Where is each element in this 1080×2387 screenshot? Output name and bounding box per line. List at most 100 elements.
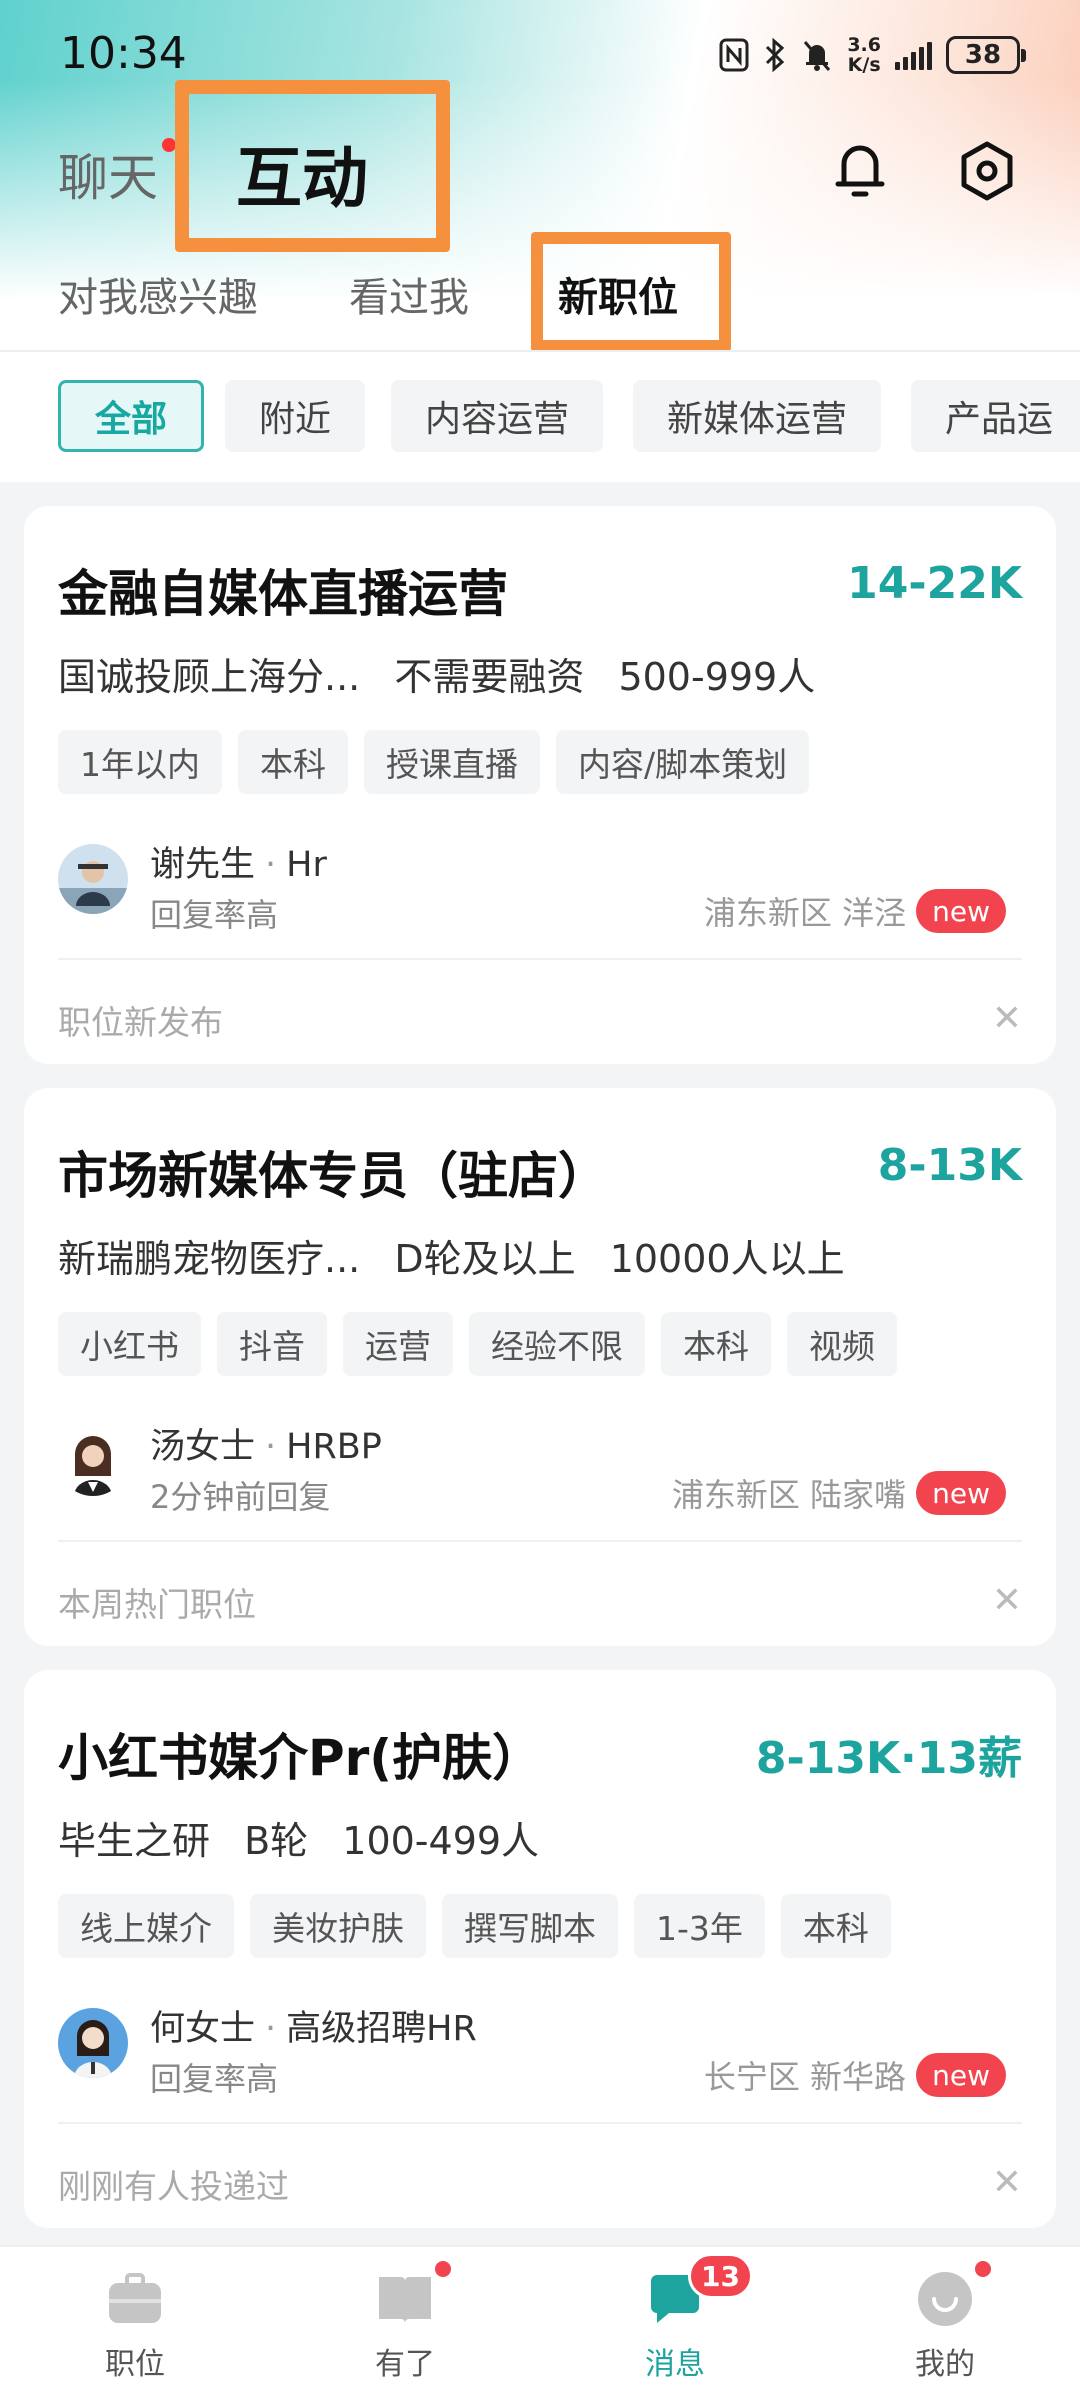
card-footnote: 职位新发布 bbox=[58, 1003, 223, 1042]
job-title: 金融自媒体直播运营 bbox=[58, 565, 508, 623]
recruiter-role: 高级招聘HR bbox=[286, 2009, 477, 2049]
recruiter-role: Hr bbox=[286, 845, 327, 885]
company-name: 国诚投顾上海分... bbox=[58, 655, 361, 699]
nav-messages[interactable]: 13 消息 bbox=[540, 2247, 810, 2387]
recruiter-avatar bbox=[58, 1426, 128, 1496]
filter-chip-all[interactable]: 全部 bbox=[58, 380, 205, 452]
bluetooth-icon bbox=[763, 38, 787, 72]
network-speed: 3.6 K/s bbox=[847, 35, 881, 75]
job-salary: 8-13K bbox=[877, 1140, 1022, 1191]
job-tag: 撰写脚本 bbox=[442, 1894, 618, 1958]
job-tag: 本科 bbox=[661, 1312, 771, 1376]
status-bar: 10:34 3.6 K/s 38 bbox=[0, 0, 1080, 110]
nav-profile[interactable]: 我的 bbox=[810, 2247, 1080, 2387]
job-tag: 1年以内 bbox=[58, 730, 222, 794]
subtab-interested-in-me[interactable]: 对我感兴趣 bbox=[58, 265, 258, 323]
job-tag: 本科 bbox=[780, 1894, 891, 1958]
filter-chip-product-ops[interactable]: 产品运 bbox=[911, 380, 1080, 452]
job-tag: 线上媒介 bbox=[58, 1894, 234, 1958]
subtab-viewed-me[interactable]: 看过我 bbox=[349, 265, 469, 323]
recruiter-info: 何女士 · 高级招聘HR bbox=[150, 2009, 477, 2049]
recruiter-name: 何女士 bbox=[150, 2009, 256, 2049]
close-icon[interactable]: ✕ bbox=[992, 2162, 1022, 2203]
status-time: 10:34 bbox=[60, 28, 187, 79]
profile-icon bbox=[915, 2269, 975, 2329]
job-tag: 小红书 bbox=[58, 1312, 201, 1376]
filter-chip-nearby[interactable]: 附近 bbox=[225, 380, 366, 452]
bell-icon[interactable] bbox=[830, 138, 890, 202]
recruiter-avatar bbox=[58, 2008, 128, 2078]
new-badge: new bbox=[916, 1471, 1006, 1515]
job-tags: 1年以内 本科 授课直播 内容/脚本策划 bbox=[58, 730, 810, 794]
job-tag: 视频 bbox=[787, 1312, 897, 1376]
company-info: 国诚投顾上海分... 不需要融资 500-999人 bbox=[58, 646, 837, 701]
close-icon[interactable]: ✕ bbox=[992, 1580, 1022, 1621]
bottom-nav: 职位 有了 13 消息 我的 bbox=[0, 2245, 1080, 2387]
nav-label: 职位 bbox=[105, 2347, 165, 2382]
chat-unread-dot bbox=[162, 138, 176, 152]
tab-chat[interactable]: 聊天 bbox=[58, 138, 158, 210]
speed-unit: K/s bbox=[847, 54, 881, 76]
job-tag: 1-3年 bbox=[634, 1894, 765, 1958]
recruiter-info: 汤女士 · HRBP bbox=[150, 1427, 382, 1467]
company-size: 100-499人 bbox=[342, 1819, 540, 1863]
tab-interaction[interactable]: 互动 bbox=[236, 125, 368, 221]
card-footnote: 刚刚有人投递过 bbox=[58, 2167, 289, 2206]
job-location: 浦东新区 洋泾 bbox=[703, 894, 906, 932]
company-name: 新瑞鹏宠物医疗... bbox=[58, 1237, 361, 1281]
company-size: 500-999人 bbox=[618, 655, 816, 699]
company-info: 毕生之研 B轮 100-499人 bbox=[58, 1810, 561, 1865]
recruiter-avatar bbox=[58, 844, 128, 914]
recruiter-name: 汤女士 bbox=[150, 1427, 256, 1467]
job-tag: 本科 bbox=[238, 730, 348, 794]
nfc-icon bbox=[719, 38, 749, 72]
job-tag: 抖音 bbox=[217, 1312, 327, 1376]
book-icon bbox=[375, 2269, 435, 2329]
nav-label: 我的 bbox=[915, 2347, 975, 2382]
profile-unread-dot bbox=[975, 2261, 991, 2277]
company-funding: 不需要融资 bbox=[394, 655, 585, 699]
nav-jobs[interactable]: 职位 bbox=[0, 2247, 270, 2387]
card-divider bbox=[58, 958, 1022, 960]
reply-status: 回复率高 bbox=[150, 896, 279, 934]
recruiter-info: 谢先生 · Hr bbox=[150, 845, 327, 885]
status-icons: 3.6 K/s 38 bbox=[719, 30, 1026, 80]
company-name: 毕生之研 bbox=[58, 1819, 211, 1863]
job-tag: 美妆护肤 bbox=[250, 1894, 426, 1958]
job-title: 小红书媒介Pr(护肤） bbox=[58, 1729, 543, 1787]
recruiter-role: HRBP bbox=[286, 1427, 382, 1467]
settings-icon[interactable] bbox=[956, 140, 1018, 202]
youle-unread-dot bbox=[435, 2261, 451, 2277]
job-tag: 经验不限 bbox=[469, 1312, 645, 1376]
signal-icon bbox=[895, 40, 932, 70]
new-badge: new bbox=[916, 2053, 1006, 2097]
job-tag: 运营 bbox=[343, 1312, 453, 1376]
job-salary: 14-22K bbox=[847, 558, 1022, 609]
battery-indicator: 38 bbox=[946, 36, 1026, 74]
filter-chips: 全部 附近 内容运营 新媒体运营 产品运 bbox=[0, 352, 1080, 482]
job-location: 长宁区 新华路 bbox=[703, 2058, 906, 2096]
card-divider bbox=[58, 2122, 1022, 2124]
job-card[interactable]: 金融自媒体直播运营 14-22K 国诚投顾上海分... 不需要融资 500-99… bbox=[24, 506, 1056, 1064]
company-funding: D轮及以上 bbox=[394, 1237, 576, 1281]
job-title: 市场新媒体专员（驻店） bbox=[58, 1147, 608, 1205]
job-tags: 小红书 抖音 运营 经验不限 本科 视频 bbox=[58, 1312, 897, 1376]
reply-status: 2分钟前回复 bbox=[150, 1478, 331, 1516]
job-card[interactable]: 市场新媒体专员（驻店） 8-13K 新瑞鹏宠物医疗... D轮及以上 10000… bbox=[24, 1088, 1056, 1646]
filter-chip-new-media-ops[interactable]: 新媒体运营 bbox=[633, 380, 882, 452]
close-icon[interactable]: ✕ bbox=[992, 998, 1022, 1039]
filter-chip-content-ops[interactable]: 内容运营 bbox=[391, 380, 604, 452]
subtab-new-jobs[interactable]: 新职位 bbox=[558, 265, 678, 323]
card-divider bbox=[58, 1540, 1022, 1542]
briefcase-icon bbox=[105, 2269, 165, 2329]
job-card[interactable]: 小红书媒介Pr(护肤） 8-13K·13薪 毕生之研 B轮 100-499人 线… bbox=[24, 1670, 1056, 2228]
job-salary: 8-13K·13薪 bbox=[755, 1733, 1022, 1784]
mute-bell-icon bbox=[801, 38, 833, 72]
new-badge: new bbox=[916, 889, 1006, 933]
company-size: 10000人以上 bbox=[609, 1237, 845, 1281]
nav-youle[interactable]: 有了 bbox=[270, 2247, 540, 2387]
card-footnote: 本周热门职位 bbox=[58, 1585, 256, 1624]
nav-label: 有了 bbox=[375, 2347, 435, 2382]
company-info: 新瑞鹏宠物医疗... D轮及以上 10000人以上 bbox=[58, 1228, 867, 1283]
nav-label: 消息 bbox=[645, 2347, 705, 2382]
